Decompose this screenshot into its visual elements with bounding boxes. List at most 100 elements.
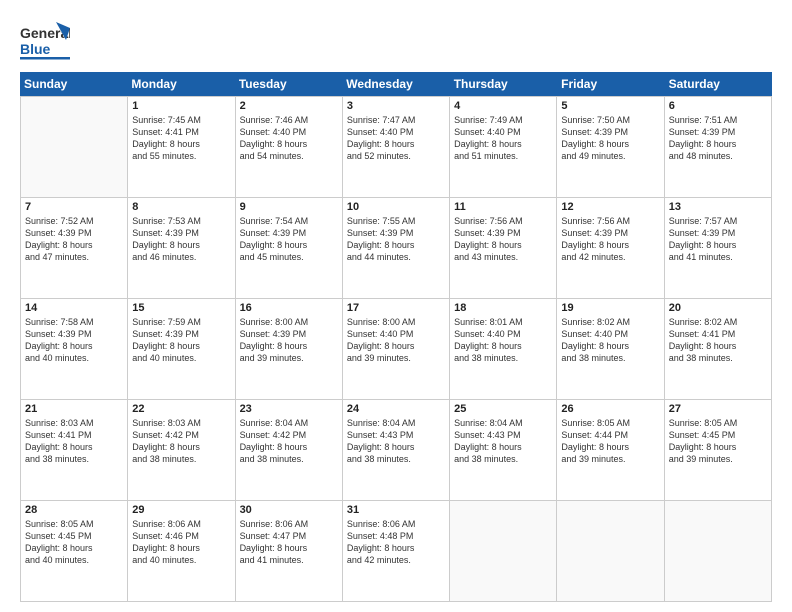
cell-info-line: and 40 minutes.: [132, 352, 230, 364]
cell-info-line: Daylight: 8 hours: [454, 340, 552, 352]
cell-info-line: Sunset: 4:39 PM: [132, 227, 230, 239]
cell-info-line: and 38 minutes.: [561, 352, 659, 364]
cell-info-line: Sunset: 4:39 PM: [240, 328, 338, 340]
day-number: 5: [561, 100, 659, 112]
cell-info-line: and 49 minutes.: [561, 150, 659, 162]
cal-cell: 25Sunrise: 8:04 AMSunset: 4:43 PMDayligh…: [450, 400, 557, 500]
day-number: 28: [25, 504, 123, 516]
week-row-2: 14Sunrise: 7:58 AMSunset: 4:39 PMDayligh…: [21, 299, 772, 400]
calendar-body: 1Sunrise: 7:45 AMSunset: 4:41 PMDaylight…: [20, 96, 772, 602]
cell-info-line: Daylight: 8 hours: [240, 340, 338, 352]
cell-info-line: Sunset: 4:40 PM: [561, 328, 659, 340]
cell-info-line: and 51 minutes.: [454, 150, 552, 162]
cal-cell: 17 Sunrise: 8:00 AMSunset: 4:40 PMDayligh…: [343, 299, 450, 399]
cal-cell: 20Sunrise: 8:02 AMSunset: 4:41 PMDayligh…: [665, 299, 772, 399]
cell-info-line: Sunrise: 8:05 AM: [669, 417, 767, 429]
cell-info-line: and 40 minutes.: [25, 554, 123, 566]
cal-cell: 19Sunrise: 8:02 AMSunset: 4:40 PMDayligh…: [557, 299, 664, 399]
cal-cell: [557, 501, 664, 601]
cell-info-line: Daylight: 8 hours: [132, 138, 230, 150]
cal-cell: 10Sunrise: 7:55 AMSunset: 4:39 PMDayligh…: [343, 198, 450, 298]
cell-info-line: Sunrise: 8:06 AM: [347, 518, 445, 530]
cell-info-line: Sunrise: 8:00 AM: [347, 316, 445, 328]
cell-info-line: and 40 minutes.: [132, 554, 230, 566]
cell-info-line: Sunset: 4:43 PM: [454, 429, 552, 441]
cell-info-line: Daylight: 8 hours: [240, 542, 338, 554]
cal-cell: 16 Sunrise: 8:00 AMSunset: 4:39 PMDayligh…: [236, 299, 343, 399]
cell-info-line: Sunset: 4:39 PM: [669, 227, 767, 239]
cal-cell: 13Sunrise: 7:57 AMSunset: 4:39 PMDayligh…: [665, 198, 772, 298]
cell-info-line: and 38 minutes.: [669, 352, 767, 364]
day-number: 30: [240, 504, 338, 516]
cell-info-line: Sunset: 4:43 PM: [347, 429, 445, 441]
day-number: 29: [132, 504, 230, 516]
day-number: 20: [669, 302, 767, 314]
day-of-week-sunday: Sunday: [20, 72, 127, 96]
cell-info-line: Sunset: 4:41 PM: [132, 126, 230, 138]
cell-info-line: Daylight: 8 hours: [240, 239, 338, 251]
cell-info-line: Daylight: 8 hours: [454, 138, 552, 150]
cell-info-line: Sunrise: 8:03 AM: [25, 417, 123, 429]
cell-info-line: and 39 minutes.: [669, 453, 767, 465]
day-number: 31: [347, 504, 445, 516]
cell-info-line: Sunset: 4:42 PM: [132, 429, 230, 441]
svg-text:Blue: Blue: [20, 41, 51, 57]
cell-info-line: Sunset: 4:39 PM: [25, 328, 123, 340]
cell-info-line: Sunset: 4:39 PM: [347, 227, 445, 239]
day-number: 4: [454, 100, 552, 112]
cell-info-line: Sunset: 4:45 PM: [669, 429, 767, 441]
day-number: 10: [347, 201, 445, 213]
cell-info-line: Daylight: 8 hours: [347, 441, 445, 453]
day-of-week-monday: Monday: [127, 72, 234, 96]
cell-info-line: and 41 minutes.: [240, 554, 338, 566]
cell-info-line: Sunset: 4:40 PM: [347, 328, 445, 340]
cal-cell: 30Sunrise: 8:06 AMSunset: 4:47 PMDayligh…: [236, 501, 343, 601]
cell-info-line: and 44 minutes.: [347, 251, 445, 263]
cell-info-line: Sunrise: 7:45 AM: [132, 114, 230, 126]
cell-info-line: and 38 minutes.: [454, 453, 552, 465]
day-number: 17: [347, 302, 445, 314]
cal-cell: [21, 97, 128, 197]
cell-info-line: and 38 minutes.: [347, 453, 445, 465]
day-number: 22: [132, 403, 230, 415]
cell-info-line: Sunrise: 8:05 AM: [561, 417, 659, 429]
day-number: 13: [669, 201, 767, 213]
day-number: 1: [132, 100, 230, 112]
cell-info-line: Sunset: 4:40 PM: [454, 126, 552, 138]
cal-cell: 18Sunrise: 8:01 AMSunset: 4:40 PMDayligh…: [450, 299, 557, 399]
cal-cell: 26Sunrise: 8:05 AMSunset: 4:44 PMDayligh…: [557, 400, 664, 500]
cell-info-line: Sunrise: 7:49 AM: [454, 114, 552, 126]
cell-info-line: Daylight: 8 hours: [347, 138, 445, 150]
cal-cell: 31Sunrise: 8:06 AMSunset: 4:48 PMDayligh…: [343, 501, 450, 601]
cell-info-line: Sunset: 4:47 PM: [240, 530, 338, 542]
cal-cell: 8Sunrise: 7:53 AMSunset: 4:39 PMDaylight…: [128, 198, 235, 298]
calendar: SundayMondayTuesdayWednesdayThursdayFrid…: [20, 72, 772, 602]
cell-info-line: Daylight: 8 hours: [347, 239, 445, 251]
cell-info-line: Sunset: 4:41 PM: [25, 429, 123, 441]
cell-info-line: and 55 minutes.: [132, 150, 230, 162]
cal-cell: 2Sunrise: 7:46 AMSunset: 4:40 PMDaylight…: [236, 97, 343, 197]
cal-cell: 29Sunrise: 8:06 AMSunset: 4:46 PMDayligh…: [128, 501, 235, 601]
cal-cell: 27Sunrise: 8:05 AMSunset: 4:45 PMDayligh…: [665, 400, 772, 500]
day-number: 16: [240, 302, 338, 314]
cell-info-line: Sunset: 4:42 PM: [240, 429, 338, 441]
day-of-week-tuesday: Tuesday: [235, 72, 342, 96]
week-row-4: 28Sunrise: 8:05 AMSunset: 4:45 PMDayligh…: [21, 501, 772, 602]
cell-info-line: Daylight: 8 hours: [347, 340, 445, 352]
day-number: 11: [454, 201, 552, 213]
day-number: 6: [669, 100, 767, 112]
cell-info-line: and 52 minutes.: [347, 150, 445, 162]
cell-info-line: Sunset: 4:39 PM: [132, 328, 230, 340]
week-row-1: 7Sunrise: 7:52 AMSunset: 4:39 PMDaylight…: [21, 198, 772, 299]
cal-cell: 28Sunrise: 8:05 AMSunset: 4:45 PMDayligh…: [21, 501, 128, 601]
cell-info-line: and 38 minutes.: [454, 352, 552, 364]
cal-cell: 1 Sunrise: 7:45 AMSunset: 4:41 PMDaylight…: [128, 97, 235, 197]
cell-info-line: Sunrise: 8:00 AM: [240, 316, 338, 328]
day-number: 8: [132, 201, 230, 213]
cell-info-line: Daylight: 8 hours: [132, 340, 230, 352]
day-number: 14: [25, 302, 123, 314]
cell-info-line: Daylight: 8 hours: [240, 138, 338, 150]
cell-info-line: Sunrise: 8:06 AM: [132, 518, 230, 530]
cell-info-line: and 46 minutes.: [132, 251, 230, 263]
cell-info-line: Sunset: 4:40 PM: [454, 328, 552, 340]
